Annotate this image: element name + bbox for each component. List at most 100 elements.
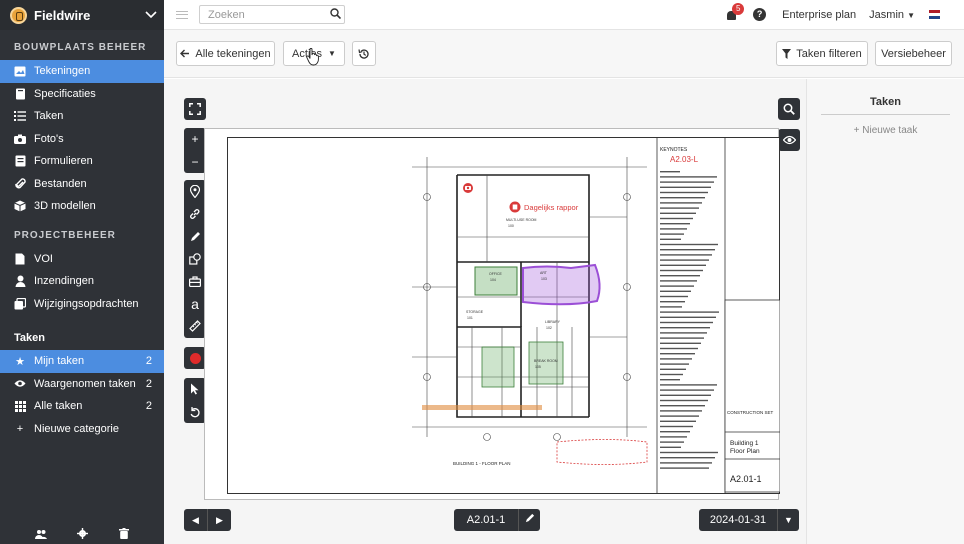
keynote-code-text: A2.03-L bbox=[670, 155, 699, 164]
gear-icon[interactable] bbox=[77, 528, 89, 542]
zoom-in-icon[interactable]: + bbox=[184, 128, 206, 151]
arrow-left-icon bbox=[180, 49, 190, 58]
search-drawing-icon[interactable] bbox=[778, 98, 800, 120]
sidebar-item-3d-modellen[interactable]: 3D modellen bbox=[0, 195, 164, 218]
task-count: 2 bbox=[145, 355, 152, 368]
camera-icon bbox=[14, 133, 26, 145]
floor-plan-drawing[interactable]: Building 1 Floor Plan A2.01-1 CONSTRUCTI… bbox=[227, 137, 780, 494]
search-icon[interactable] bbox=[326, 7, 344, 22]
visibility-eye-icon[interactable] bbox=[778, 129, 800, 151]
room-label: MULTI-USE ROOM bbox=[506, 218, 537, 222]
sidebar-item-wijzigingsopdrachten[interactable]: Wijzigingsopdrachten bbox=[0, 293, 164, 316]
version-date-selector[interactable]: 2024-01-31 ▼ bbox=[699, 509, 799, 531]
chevron-down-icon[interactable] bbox=[138, 8, 164, 22]
drawing-toolbar: Alle tekeningen Acties ▼ Taken filteren … bbox=[164, 30, 964, 78]
eye-icon bbox=[14, 378, 26, 390]
trash-icon[interactable] bbox=[118, 528, 129, 542]
sidebar-item-taken[interactable]: Taken bbox=[0, 105, 164, 128]
room-label: OFFICE bbox=[489, 272, 502, 276]
sidebar-item-fotos[interactable]: Foto's bbox=[0, 128, 164, 151]
page-navigator: ◀ ▶ bbox=[184, 509, 231, 531]
form-icon bbox=[14, 155, 26, 167]
copy-icon bbox=[14, 297, 26, 310]
sidebar-item-waargenomen-taken[interactable]: Waargenomen taken 2 bbox=[0, 373, 164, 396]
new-task-button[interactable]: + Nieuwe taak bbox=[807, 125, 964, 136]
room-number: 103 bbox=[541, 277, 547, 281]
sidebar-item-bestanden[interactable]: Bestanden bbox=[0, 173, 164, 196]
tasks-panel: Taken + Nieuwe taak bbox=[806, 79, 964, 544]
pencil-icon[interactable] bbox=[184, 225, 206, 248]
drawing-sheet[interactable]: Building 1 Floor Plan A2.01-1 CONSTRUCTI… bbox=[204, 128, 780, 500]
sidebar-item-alle-taken[interactable]: Alle taken 2 bbox=[0, 395, 164, 418]
task-count: 2 bbox=[145, 377, 152, 390]
person-icon bbox=[14, 275, 26, 288]
color-picker-icon[interactable] bbox=[184, 347, 206, 369]
cube-icon bbox=[14, 200, 26, 212]
notifications-bell-icon[interactable]: 5 bbox=[725, 2, 745, 22]
all-drawings-button[interactable]: Alle tekeningen bbox=[176, 41, 275, 66]
user-menu[interactable]: Jasmin ▼ bbox=[869, 9, 915, 21]
fieldwire-logo-icon bbox=[10, 6, 27, 24]
room-label: LIBRARY bbox=[545, 320, 561, 324]
version-control-label: Versiebeheer bbox=[881, 47, 946, 60]
link-icon[interactable] bbox=[184, 203, 206, 226]
book-icon bbox=[14, 88, 26, 100]
plan-title-text: BUILDING 1 - FLOOR PLAN bbox=[453, 461, 511, 466]
sidebar-item-label: Specificaties bbox=[34, 87, 96, 100]
menu-icon[interactable] bbox=[176, 8, 188, 21]
prev-page-icon[interactable]: ◀ bbox=[184, 515, 207, 526]
pin-icon[interactable] bbox=[184, 180, 206, 203]
caret-down-icon: ▼ bbox=[907, 10, 915, 20]
text-icon[interactable]: a bbox=[184, 293, 206, 316]
room-number: 102 bbox=[546, 326, 552, 330]
sheet-number-text: A2.01-1 bbox=[730, 474, 762, 484]
sidebar-item-label: Waargenomen taken bbox=[34, 377, 136, 390]
next-page-icon[interactable]: ▶ bbox=[208, 515, 231, 526]
ruler-icon[interactable] bbox=[184, 315, 206, 338]
tasks-panel-title: Taken bbox=[821, 96, 950, 115]
task-count: 2 bbox=[145, 400, 152, 413]
help-icon[interactable]: ? bbox=[753, 8, 767, 21]
language-flag-icon[interactable] bbox=[929, 10, 940, 19]
filter-tasks-label: Taken filteren bbox=[796, 47, 862, 60]
user-name: Jasmin bbox=[869, 8, 905, 21]
sidebar-item-tekeningen[interactable]: Tekeningen bbox=[0, 60, 164, 83]
filter-icon bbox=[782, 48, 792, 59]
zoom-out-icon[interactable]: − bbox=[184, 151, 206, 174]
edit-pencil-icon[interactable] bbox=[518, 509, 540, 531]
caret-down-icon[interactable]: ▼ bbox=[777, 509, 799, 531]
notification-badge: 5 bbox=[732, 2, 745, 15]
history-button[interactable] bbox=[352, 41, 376, 66]
section-title-site: BOUWPLAATS BEHEER bbox=[14, 42, 147, 53]
toolbox-icon[interactable] bbox=[184, 270, 206, 293]
caret-down-icon: ▼ bbox=[328, 49, 336, 58]
version-control-button[interactable]: Versiebeheer bbox=[875, 41, 952, 66]
room-number: 100 bbox=[508, 224, 514, 228]
shapes-icon[interactable] bbox=[184, 248, 206, 271]
photo-annotation[interactable] bbox=[463, 183, 473, 193]
project-switcher[interactable]: Fieldwire bbox=[0, 0, 164, 30]
sheet-title-line-2: Floor Plan bbox=[730, 448, 760, 455]
hand-cursor-icon bbox=[306, 48, 319, 66]
sheet-name-control[interactable]: A2.01-1 bbox=[454, 509, 540, 531]
filter-tasks-button[interactable]: Taken filteren bbox=[776, 41, 868, 66]
drawing-viewer: + − a Building 1 Floor Plan A2.01-1 CONS… bbox=[164, 79, 806, 544]
pointer-icon[interactable] bbox=[184, 378, 206, 401]
sidebar-footer bbox=[0, 526, 164, 544]
people-icon[interactable] bbox=[35, 529, 48, 542]
fullscreen-icon[interactable] bbox=[184, 98, 206, 120]
sidebar-item-mijn-taken[interactable]: ★ Mijn taken 2 bbox=[0, 350, 164, 373]
sidebar-item-nieuwe-categorie[interactable]: + Nieuwe categorie bbox=[0, 418, 164, 441]
sidebar-item-specificaties[interactable]: Specificaties bbox=[0, 83, 164, 106]
sidebar-item-inzendingen[interactable]: Inzendingen bbox=[0, 270, 164, 293]
sidebar-item-label: Bestanden bbox=[34, 177, 87, 190]
sidebar-item-voi[interactable]: VOI bbox=[0, 248, 164, 271]
search-input[interactable]: Zoeken bbox=[199, 5, 345, 24]
list-icon bbox=[14, 110, 26, 122]
sidebar-item-label: VOI bbox=[34, 252, 53, 265]
sidebar-item-formulieren[interactable]: Formulieren bbox=[0, 150, 164, 173]
enterprise-plan-link[interactable]: Enterprise plan bbox=[782, 9, 856, 21]
selection-tools bbox=[184, 378, 206, 423]
undo-icon[interactable] bbox=[184, 401, 206, 424]
sidebar-item-label: Taken bbox=[34, 110, 64, 123]
